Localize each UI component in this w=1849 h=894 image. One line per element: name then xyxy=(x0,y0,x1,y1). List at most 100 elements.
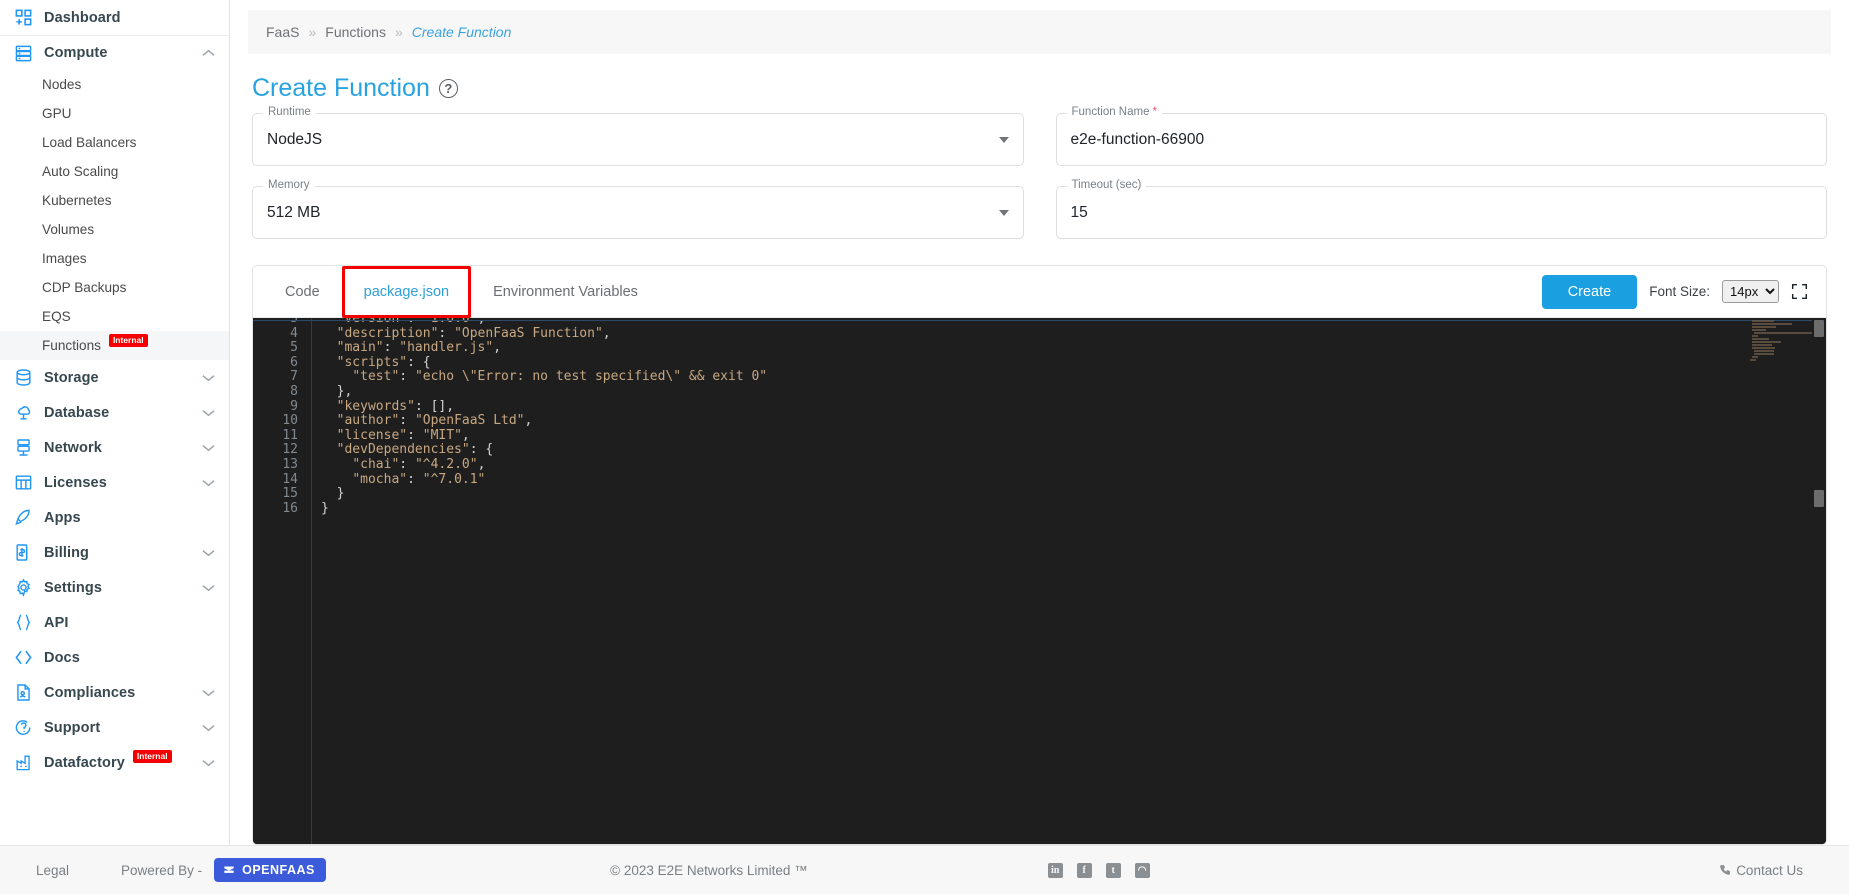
sidebar-item-label: Auto Scaling xyxy=(42,164,119,179)
contact-us-link[interactable]: Contact Us xyxy=(1718,863,1849,878)
fullscreen-icon[interactable] xyxy=(1791,283,1808,300)
timeout-value: 15 xyxy=(1070,203,1088,221)
sidebar-item-licenses[interactable]: Licenses xyxy=(0,465,229,500)
runtime-value: NodeJS xyxy=(267,130,323,148)
sidebar-item-apps[interactable]: Apps xyxy=(0,500,229,535)
chevron-up-icon xyxy=(202,49,215,57)
function-name-input[interactable]: Function Name * e2e-function-66900 xyxy=(1055,106,1827,166)
sidebar-item-volumes[interactable]: Volumes xyxy=(0,215,229,244)
function-name-label: Function Name * xyxy=(1066,106,1162,118)
create-button[interactable]: Create xyxy=(1541,274,1638,309)
breadcrumb-faas[interactable]: FaaS xyxy=(266,24,299,40)
chevron-down-icon xyxy=(202,479,215,487)
license-grid-icon xyxy=(12,472,34,494)
sidebar-item-database[interactable]: Database xyxy=(0,395,229,430)
sidebar-item-load-balancers[interactable]: Load Balancers xyxy=(0,128,229,157)
footer-left: Legal Powered By - OPENFAAS xyxy=(0,858,326,882)
sidebar-item-label: Licenses xyxy=(44,474,107,491)
powered-by-label: Powered By - xyxy=(121,862,203,878)
rss-icon[interactable]: ◠ xyxy=(1134,862,1150,878)
powered-by-block: Powered By - OPENFAAS xyxy=(121,858,326,882)
factory-icon xyxy=(12,752,34,774)
dashboard-icon xyxy=(12,7,34,29)
sidebar-item-eqs[interactable]: EQS xyxy=(0,302,229,331)
chevron-down-icon xyxy=(202,689,215,697)
sidebar-item-label: Nodes xyxy=(42,77,82,92)
breadcrumb-separator-icon: » xyxy=(308,24,317,40)
copyright-text: © 2023 E2E Networks Limited ™ xyxy=(610,862,808,878)
line-number: 14 xyxy=(282,471,298,487)
database-icon xyxy=(12,367,34,389)
runtime-label: Runtime xyxy=(263,106,316,118)
font-size-label: Font Size: xyxy=(1649,284,1710,299)
sidebar-item-support[interactable]: Support xyxy=(0,710,229,745)
sidebar-item-compliances[interactable]: Compliances xyxy=(0,675,229,710)
sidebar-item-kubernetes[interactable]: Kubernetes xyxy=(0,186,229,215)
code-editor[interactable]: 3 4 5 6 7 8 9 10 11 12 13 14 15 16 "version": "1.0.0"… xyxy=(253,318,1826,844)
create-function-form: Runtime NodeJS Function Name * e2e-functi… xyxy=(230,106,1849,259)
sidebar-item-images[interactable]: Images xyxy=(0,244,229,273)
chevron-down-icon xyxy=(202,724,215,732)
sidebar-item-auto-scaling[interactable]: Auto Scaling xyxy=(0,157,229,186)
chevron-down-icon xyxy=(202,759,215,767)
editor-toolbar: Create Font Size: 14px xyxy=(1541,274,1816,309)
chevron-down-icon xyxy=(202,549,215,557)
tab-environment-variables[interactable]: Environment Variables xyxy=(471,266,660,318)
code-area[interactable]: "version": "1.0.0", "description": "Open… xyxy=(311,318,1826,844)
sidebar-item-api[interactable]: API xyxy=(0,605,229,640)
twitter-icon[interactable]: t xyxy=(1105,862,1121,878)
sidebar-item-label: Database xyxy=(44,404,110,421)
function-name-value: e2e-function-66900 xyxy=(1070,130,1205,148)
runtime-select[interactable]: Runtime NodeJS xyxy=(252,106,1024,166)
memory-select[interactable]: Memory 512 MB xyxy=(252,179,1024,239)
sidebar-item-label: Datafactory xyxy=(44,754,125,771)
sidebar-item-network[interactable]: Network xyxy=(0,430,229,465)
tab-code[interactable]: Code xyxy=(263,266,342,318)
sidebar-item-nodes[interactable]: Nodes xyxy=(0,70,229,99)
main-content: FaaS » Functions » Create Function Creat… xyxy=(230,0,1849,845)
line-number: 15 xyxy=(282,486,298,502)
footer-legal-link[interactable]: Legal xyxy=(36,863,69,878)
sidebar-item-compute[interactable]: Compute xyxy=(0,35,229,70)
sidebar-item-label: Storage xyxy=(44,369,99,386)
db-cloud-icon xyxy=(12,402,34,424)
sidebar-item-functions[interactable]: Functions Internal xyxy=(0,331,229,360)
question-mark-icon[interactable]: ? xyxy=(438,79,458,98)
linkedin-icon[interactable]: in xyxy=(1047,862,1063,878)
sidebar-item-gpu[interactable]: GPU xyxy=(0,99,229,128)
sidebar-item-docs[interactable]: Docs xyxy=(0,640,229,675)
required-asterisk: * xyxy=(1152,106,1157,118)
sidebar-item-label: Volumes xyxy=(42,222,95,237)
sidebar-scroll[interactable]: Dashboard Compute Nodes GPU Load Balance… xyxy=(0,0,229,845)
line-number: 11 xyxy=(282,427,298,443)
sidebar-item-dashboard[interactable]: Dashboard xyxy=(0,0,229,35)
sidebar-item-label: Settings xyxy=(44,579,102,596)
scrollbar-thumb-mid xyxy=(1814,490,1824,507)
timeout-input[interactable]: Timeout (sec) 15 xyxy=(1055,179,1827,239)
breadcrumb: FaaS » Functions » Create Function xyxy=(248,10,1831,54)
font-size-select[interactable]: 14px xyxy=(1722,280,1779,303)
line-number: 8 xyxy=(290,383,298,399)
line-number: 7 xyxy=(290,369,298,385)
sidebar-item-billing[interactable]: Billing xyxy=(0,535,229,570)
line-number: 4 xyxy=(290,325,298,341)
sidebar-item-cdp-backups[interactable]: CDP Backups xyxy=(0,273,229,302)
facebook-icon[interactable]: f xyxy=(1076,862,1092,878)
sidebar-item-label: API xyxy=(44,614,69,631)
phone-icon xyxy=(1718,864,1731,877)
sidebar-item-settings[interactable]: Settings xyxy=(0,570,229,605)
openfaas-logo[interactable]: OPENFAAS xyxy=(214,858,326,882)
breadcrumb-functions[interactable]: Functions xyxy=(325,24,386,40)
sidebar-item-datafactory[interactable]: Datafactory Internal xyxy=(0,745,229,780)
editor-vertical-scrollbar[interactable] xyxy=(1812,318,1826,844)
sidebar: Dashboard Compute Nodes GPU Load Balance… xyxy=(0,0,230,845)
rocket-icon xyxy=(12,507,34,529)
sidebar-item-label: Functions xyxy=(42,338,101,353)
code-content[interactable]: "version": "1.0.0", "description": "Open… xyxy=(311,318,1826,516)
tab-package-json[interactable]: package.json xyxy=(341,266,472,318)
sidebar-item-storage[interactable]: Storage xyxy=(0,360,229,395)
sidebar-item-label: EQS xyxy=(42,309,71,324)
contact-us-label: Contact Us xyxy=(1736,862,1803,878)
editor-card: Code package.json Environment Variables … xyxy=(252,265,1827,845)
sidebar-item-label: Billing xyxy=(44,544,89,561)
